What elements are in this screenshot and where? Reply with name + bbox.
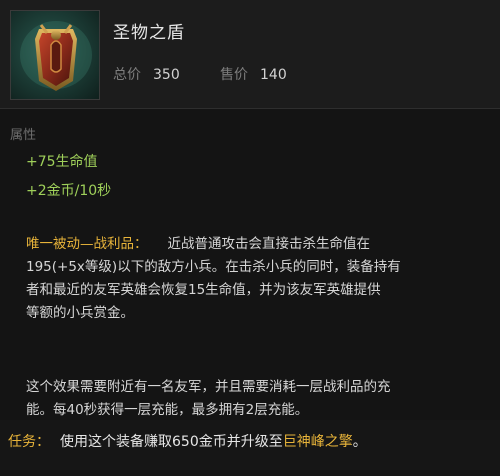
passive-line-4: 等额的小兵赏金。 (26, 305, 134, 321)
quest-section: 任务： 使用这个装备赚取650金币并升级至巨神峰之擎。 (0, 420, 500, 476)
quest-label: 任务： (8, 434, 50, 450)
quest-text: 使用这个装备赚取650金币并升级至 (60, 434, 283, 450)
sell-price-value: 140 (260, 67, 287, 83)
quest-line: 任务： 使用这个装备赚取650金币并升级至巨神峰之擎。 (8, 431, 367, 451)
passive-charge-description: 这个效果需要附近有一名友军，并且需要消耗一层战利品的充 能。每40秒获得一层充能… (26, 376, 492, 422)
sell-price: 售价 140 (220, 64, 287, 84)
sell-price-label: 售价 (220, 67, 248, 83)
header-divider (0, 108, 500, 109)
passive-description: 唯一被动—战利品： 近战普通攻击会直接击杀生命值在 195(+5x等级)以下的敌方… (26, 233, 492, 325)
total-price-value: 350 (153, 67, 180, 83)
total-price: 总价 350 (113, 64, 180, 84)
quest-target: 巨神峰之擎 (282, 434, 353, 450)
total-price-label: 总价 (113, 67, 141, 83)
passive-line-3: 者和最近的友军英雄会恢复15生命值，并为该友军英雄提供 (26, 282, 381, 298)
stat-health: +75生命值 (26, 154, 98, 170)
passive-title: 唯一被动—战利品： (26, 236, 148, 252)
passive-line-6: 能。每40秒获得一层充能，最多拥有2层充能。 (26, 402, 309, 418)
passive-line-1: 唯一被动—战利品： 近战普通攻击会直接击杀生命值在 (26, 233, 492, 256)
passive-line-2: 195(+5x等级)以下的敌方小兵。在击杀小兵的同时，装备持有 (26, 259, 401, 275)
attributes-label: 属性 (10, 128, 37, 143)
item-tooltip: 圣物之盾 总价 350 售价 140 属性 +75生命值 +2金币/10秒 唯一被动… (0, 0, 500, 476)
stat-gold: +2金币/10秒 (26, 183, 112, 199)
passive-text-1: 近战普通攻击会直接击杀生命值在 (167, 236, 371, 252)
item-header: 圣物之盾 总价 350 售价 140 (0, 0, 500, 108)
item-name: 圣物之盾 (113, 23, 185, 43)
relic-shield-icon (10, 10, 100, 100)
quest-end: 。 (352, 434, 367, 450)
passive-line-5: 这个效果需要附近有一名友军，并且需要消耗一层战利品的充 (26, 379, 391, 395)
